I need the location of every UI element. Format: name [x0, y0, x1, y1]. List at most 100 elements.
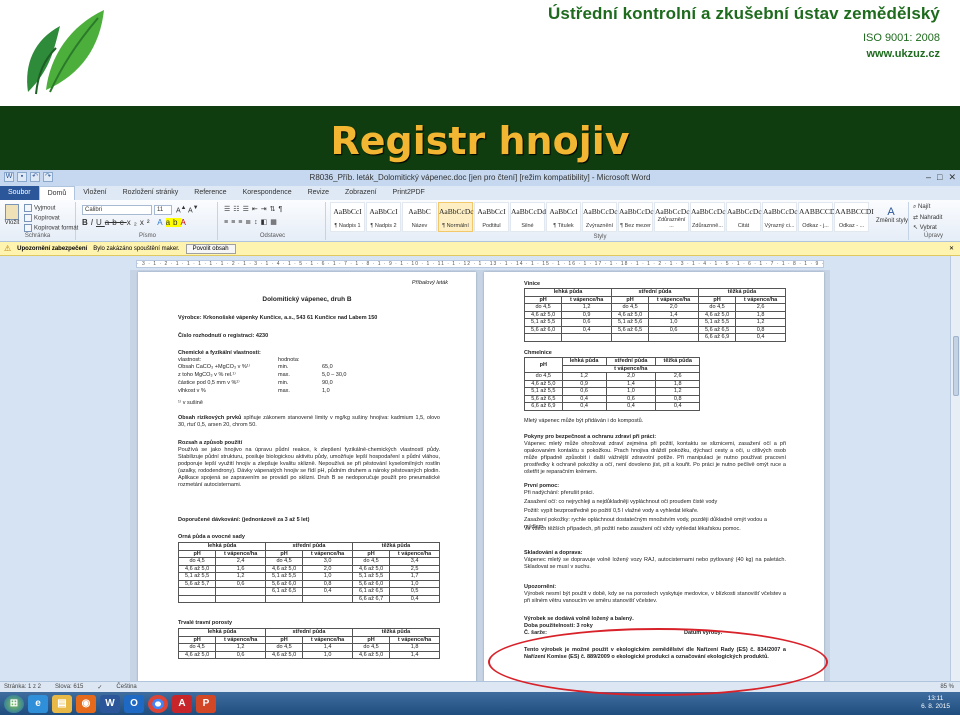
- find-button[interactable]: ⌕ Najít: [913, 204, 930, 211]
- system-clock[interactable]: 13:11 6. 8. 2015: [921, 695, 950, 711]
- property-name: z toho MgCO₃ v % rel.¹⁾: [178, 372, 236, 378]
- style-item[interactable]: AaBbCcDd Silné: [510, 202, 546, 232]
- select-button[interactable]: ↖ Vybrat: [913, 224, 937, 231]
- paste-button[interactable]: Vložit: [3, 204, 21, 226]
- format-painter-button[interactable]: Kopírovat formát: [24, 224, 78, 232]
- close-icon[interactable]: ✕: [948, 172, 956, 183]
- style-item[interactable]: AaBbCcI ¶ Nadpis 2: [366, 202, 401, 232]
- style-item[interactable]: AABBCCDI Odkaz - ...: [834, 202, 874, 232]
- tab-references[interactable]: Reference: [186, 186, 234, 200]
- word-count[interactable]: Slova: 615: [55, 684, 83, 690]
- explorer-icon[interactable]: ▤: [52, 694, 72, 713]
- change-styles-button[interactable]: A Změnit styly: [876, 206, 908, 224]
- style-item[interactable]: AaBbC Název: [402, 202, 437, 232]
- table-cell: 5,6 až 6,5: [610, 325, 650, 334]
- style-item[interactable]: AaBbCcDc Výrazný ci...: [762, 202, 798, 232]
- shading-icon[interactable]: ◧: [261, 219, 271, 226]
- outlook-icon[interactable]: O: [124, 694, 144, 713]
- borders-icon[interactable]: ▦: [270, 219, 280, 226]
- windows-taskbar: ⊞ e ▤ ◉ W O A P 13:11 6. 8. 2015: [0, 692, 960, 715]
- document-page-2[interactable]: Vinice lehká půda střední půda těžká půda p…: [484, 272, 824, 684]
- table-cell: 0,6: [561, 318, 612, 327]
- underline-button[interactable]: U: [96, 218, 105, 227]
- tab-view[interactable]: Zobrazení: [337, 186, 385, 200]
- font-color-button[interactable]: A: [181, 218, 189, 227]
- replace-button[interactable]: ⇄ Nahradit: [913, 214, 942, 221]
- page-counter[interactable]: Stránka: 1 z 2: [4, 684, 41, 690]
- registration-number: Číslo rozhodnutí o registraci: 4230: [178, 333, 269, 339]
- style-item[interactable]: AaBbCcDc Citát: [726, 202, 762, 232]
- ie-icon[interactable]: e: [28, 694, 48, 713]
- tab-print2pdf[interactable]: Print2PDF: [385, 186, 433, 200]
- chrome-icon[interactable]: [148, 694, 168, 713]
- style-item[interactable]: AaBbCcI Podtitul: [474, 202, 509, 232]
- highlight-button[interactable]: ab: [165, 218, 181, 227]
- tab-review[interactable]: Revize: [300, 186, 337, 200]
- cut-button[interactable]: Vyjmout: [24, 204, 55, 212]
- horizontal-ruler[interactable]: · 3 · 1 · 2 · 1 · 1 · 1 · 1 · 1 · 2 · 1 …: [136, 260, 824, 268]
- spellcheck-icon[interactable]: ✓: [97, 684, 102, 691]
- document-area[interactable]: Příbalový leták Dolomitický vápenec, dru…: [130, 270, 830, 684]
- tab-home[interactable]: Domů: [38, 186, 76, 200]
- property-v: 90,0: [322, 380, 333, 386]
- enable-content-button[interactable]: Povolit obsah: [185, 243, 236, 254]
- multilevel-icon[interactable]: ☰: [243, 206, 252, 213]
- tab-insert[interactable]: Vložení: [75, 186, 114, 200]
- table-cell: 0,4: [561, 394, 607, 403]
- bullets-icon[interactable]: ☰: [224, 206, 233, 213]
- numbering-icon[interactable]: ☷: [233, 206, 242, 213]
- table-cell: 6,6 až 6,9: [524, 402, 563, 411]
- style-item[interactable]: AaBbCcI ¶ Nadpis 1: [330, 202, 365, 232]
- style-item[interactable]: AaBbCcDc ¶ Normální: [438, 202, 474, 232]
- increase-indent-icon[interactable]: ⇥: [261, 206, 270, 213]
- document-page-1[interactable]: Příbalový leták Dolomitický vápenec, dru…: [138, 272, 476, 684]
- table-cell: pH: [523, 295, 563, 304]
- property-q: max.: [278, 372, 290, 378]
- table-cell: 4,6 až 5,0: [264, 650, 304, 659]
- editing-group-label: Úpravy: [923, 233, 943, 239]
- scroll-thumb[interactable]: [953, 336, 959, 396]
- close-icon[interactable]: ✕: [949, 245, 954, 252]
- powerpoint-icon[interactable]: P: [196, 694, 216, 713]
- decrease-indent-icon[interactable]: ⇤: [252, 206, 261, 213]
- tab-layout[interactable]: Rozložení stránky: [115, 186, 187, 200]
- table-row: 4,6 až 5,0 0,9 1,4 1,8: [524, 379, 700, 388]
- style-item[interactable]: AaBbCcI ¶ Titulek: [546, 202, 581, 232]
- grow-font-button[interactable]: A▲ A▼: [176, 205, 198, 214]
- strikethrough-button[interactable]: abc: [105, 218, 127, 227]
- font-name-select[interactable]: Calibri: [82, 205, 152, 215]
- tab-file[interactable]: Soubor: [0, 186, 39, 200]
- acrobat-icon[interactable]: A: [172, 694, 192, 713]
- style-item[interactable]: AaBbCcDc Zdůraznění ...: [654, 202, 690, 232]
- web-link[interactable]: www.ukzuz.cz: [548, 48, 940, 60]
- copy-button[interactable]: Kopírovat: [24, 214, 60, 222]
- maximize-icon[interactable]: □: [937, 172, 942, 183]
- table-cell: 2,4: [215, 557, 266, 566]
- text-effects-button[interactable]: A: [157, 218, 165, 227]
- pilcrow-icon[interactable]: ¶: [278, 206, 285, 213]
- start-icon[interactable]: ⊞: [4, 694, 24, 713]
- superscript-button[interactable]: x²: [140, 218, 153, 227]
- style-item[interactable]: AaBbCcDc Zvýraznění: [582, 202, 618, 232]
- subscript-button[interactable]: x₂: [127, 218, 140, 227]
- table-cell: 1,4: [302, 643, 353, 652]
- security-warning-bar: ⚠ Upozornění zabezpečení Bylo zakázáno s…: [0, 242, 960, 256]
- zoom-level[interactable]: 85 %: [940, 684, 954, 690]
- word-icon[interactable]: W: [100, 694, 120, 713]
- style-item[interactable]: AaBbCcDc ¶ Bez mezer: [618, 202, 654, 232]
- style-item[interactable]: AaBbCcDc Zdůraznně...: [690, 202, 726, 232]
- language-indicator[interactable]: Čeština: [116, 684, 136, 690]
- grass-dose-table: lehká půda střední půda těžká půda pH t vápe…: [177, 628, 441, 659]
- font-size-select[interactable]: 11: [154, 205, 172, 215]
- firefox-icon[interactable]: ◉: [76, 694, 96, 713]
- minimize-icon[interactable]: –: [926, 172, 931, 183]
- bold-button[interactable]: B: [82, 218, 91, 227]
- justify-icon[interactable]: ≣: [245, 219, 254, 226]
- style-item[interactable]: AABBCCDI Odkaz - j...: [798, 202, 838, 232]
- vertical-scrollbar[interactable]: [950, 256, 960, 681]
- table-cell: 1,4: [605, 379, 657, 388]
- property-v: 1,0: [322, 388, 330, 394]
- tab-mailings[interactable]: Korespondence: [235, 186, 300, 200]
- table-row: 6,6 až 6,9 0,4 0,4 0,4: [524, 402, 700, 411]
- status-bar: Stránka: 1 z 2 Slova: 615 ✓ Čeština 85 %: [0, 681, 960, 692]
